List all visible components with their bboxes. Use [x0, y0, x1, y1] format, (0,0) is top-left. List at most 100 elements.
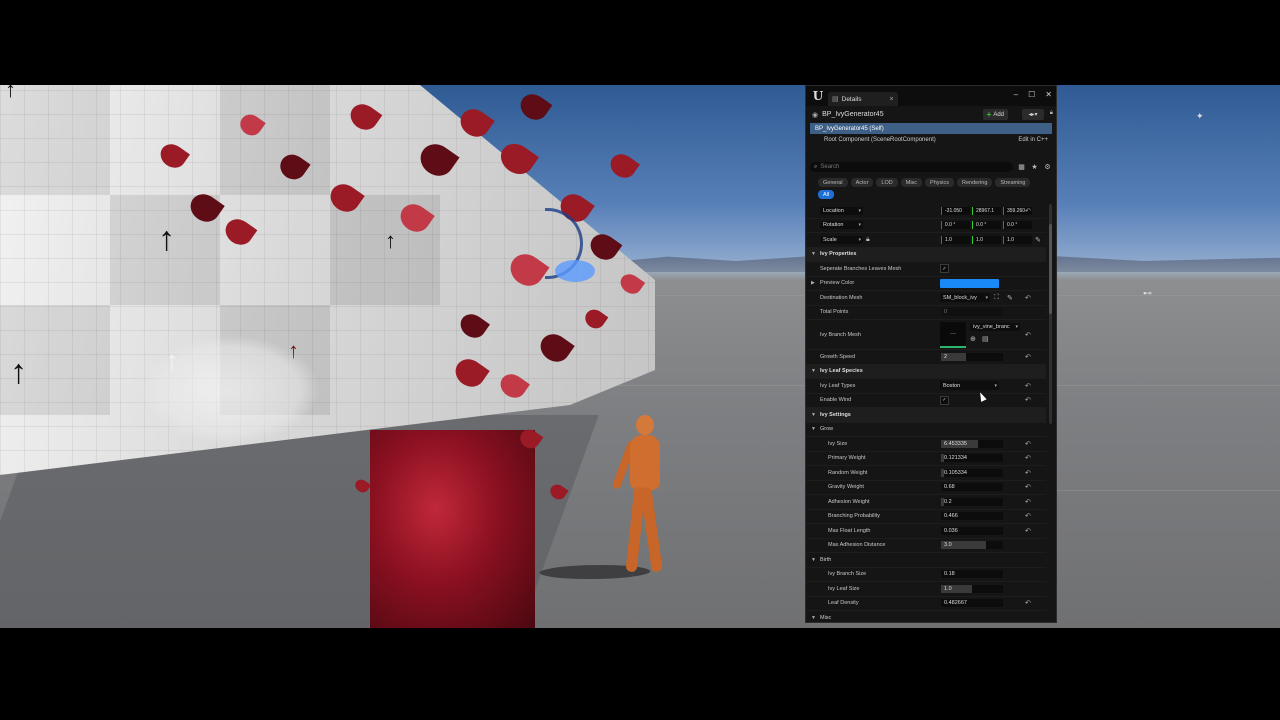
- filter-physics[interactable]: Physics: [925, 178, 954, 187]
- reset-icon[interactable]: ↶: [1025, 331, 1031, 339]
- component-root-item[interactable]: Root Component (SceneRootComponent) Edit…: [810, 134, 1052, 146]
- setting-value-field[interactable]: 0.121334: [941, 454, 1003, 463]
- reset-icon[interactable]: ↶: [1025, 483, 1031, 491]
- filter-all[interactable]: All: [818, 190, 835, 199]
- setting-value-field[interactable]: 3.0: [941, 541, 1003, 550]
- setting-value-field[interactable]: 0.036: [941, 526, 1003, 535]
- grow-subcategory[interactable]: ▼ Grow: [806, 423, 1046, 437]
- location-y-field[interactable]: 28967.1: [972, 206, 1001, 215]
- close-window-button[interactable]: ✕: [1045, 90, 1052, 99]
- use-selected-icon[interactable]: ⊕: [970, 335, 976, 343]
- setting-value-field[interactable]: 0.68: [941, 483, 1003, 492]
- mannequin-leg: [640, 486, 663, 573]
- birth-subcategory[interactable]: ▼ Birth: [806, 553, 1046, 568]
- browse-icon[interactable]: ▤: [982, 335, 989, 343]
- setting-value-field[interactable]: 6.453335: [941, 439, 1003, 448]
- growth-speed-field[interactable]: 2: [941, 352, 1003, 361]
- location-vector: -31.050 28967.1 359.260: [941, 206, 1032, 215]
- enable-wind-checkbox[interactable]: ✓: [940, 395, 949, 405]
- setting-value-field[interactable]: 0.2: [941, 497, 1003, 506]
- settings-gear-icon[interactable]: ⚙: [1043, 163, 1052, 171]
- ivy-leaf-species-category[interactable]: ▼ Ivy Leaf Species: [806, 364, 1046, 379]
- reset-icon[interactable]: ↶: [1025, 396, 1031, 404]
- filter-misc[interactable]: Misc: [900, 178, 923, 187]
- favorite-star-icon[interactable]: ★: [1030, 163, 1039, 171]
- level-viewport[interactable]: ↑ ↑ ↑ ↑ ↑ ↑ ✦ ⊷: [0, 85, 1280, 628]
- setting-value-field[interactable]: 0.482667: [941, 599, 1003, 608]
- branch-mesh-thumbnail[interactable]: —: [940, 322, 966, 348]
- filter-lod[interactable]: LOD: [876, 178, 898, 187]
- root-component-label: Root Component (SceneRootComponent): [824, 137, 936, 143]
- setting-value: 0.105334: [944, 469, 967, 476]
- setting-value-field[interactable]: 0.105334: [941, 468, 1003, 477]
- filter-streaming[interactable]: Streaming: [995, 178, 1031, 187]
- browse-asset-icon[interactable]: ⛶: [994, 294, 999, 302]
- rotation-z-field[interactable]: 0.0 °: [1003, 221, 1032, 230]
- ivy-properties-category[interactable]: ▼ Ivy Properties: [806, 247, 1046, 262]
- location-dropdown[interactable]: Location ▾: [820, 206, 863, 215]
- destination-mesh-dropdown[interactable]: SM_block_ivy ▾: [940, 293, 990, 303]
- reset-icon[interactable]: ↶: [1025, 469, 1031, 477]
- filter-rendering[interactable]: Rendering: [957, 178, 993, 187]
- maximize-button[interactable]: ☐: [1028, 90, 1035, 99]
- component-self-item[interactable]: BP_IvyGenerator45 (Self): [810, 123, 1052, 134]
- expand-caret-icon: ▼: [811, 411, 816, 418]
- filter-general[interactable]: General: [818, 178, 848, 187]
- reset-icon[interactable]: ↶: [1025, 440, 1031, 448]
- blueprint-options-button[interactable]: ◂▸▾: [1022, 109, 1044, 120]
- lock-icon[interactable]: 🔒︎: [1050, 110, 1053, 117]
- edit-in-cpp-link[interactable]: Edit in C++: [1018, 137, 1048, 143]
- reset-icon[interactable]: ↶: [1025, 599, 1031, 607]
- scrollbar-thumb[interactable]: [1049, 224, 1052, 314]
- mannequin-character[interactable]: [611, 415, 670, 575]
- table-view-icon[interactable]: ▦: [1017, 163, 1026, 171]
- setting-value-field[interactable]: 1.0: [941, 584, 1003, 593]
- close-icon[interactable]: ×: [890, 96, 894, 103]
- scale-x-field[interactable]: 1.0: [941, 235, 970, 244]
- total-points-value: 0: [944, 309, 948, 316]
- reset-icon[interactable]: ↶: [1025, 382, 1031, 390]
- reset-icon[interactable]: ↶: [1025, 353, 1031, 361]
- rotation-y-field[interactable]: 0.0 °: [972, 221, 1001, 230]
- setting-row: Gravity Weight 0.68 ↶: [806, 481, 1046, 495]
- misc-subcategory[interactable]: ▼ Misc: [806, 611, 1046, 622]
- scale-dropdown[interactable]: Scale ▾: [820, 235, 863, 244]
- location-x-field[interactable]: -31.050: [941, 206, 970, 215]
- separate-branches-checkbox[interactable]: ✓: [940, 264, 949, 274]
- rotation-x-field[interactable]: 0.0 °: [941, 221, 970, 230]
- filter-actor[interactable]: Actor: [850, 178, 874, 187]
- leaf-types-dropdown[interactable]: Boston ▾: [940, 381, 999, 391]
- gizmo-disc[interactable]: [555, 260, 595, 282]
- reset-icon[interactable]: ↶: [1025, 294, 1031, 302]
- setting-value-field[interactable]: 0.466: [941, 512, 1003, 521]
- search-input[interactable]: ⌕ Search: [810, 162, 1013, 172]
- reset-icon[interactable]: ↶: [1025, 512, 1031, 520]
- minimize-button[interactable]: –: [1014, 90, 1018, 99]
- blueprint-icon: ◉: [812, 111, 819, 119]
- details-scrollbar[interactable]: [1049, 204, 1052, 424]
- ivy-covered-pillar[interactable]: [370, 430, 535, 628]
- setting-label: Branching Probability: [828, 513, 880, 520]
- rotation-dropdown[interactable]: Rotation ▾: [820, 221, 863, 230]
- lock-ratio-icon[interactable]: 🔒︎: [866, 236, 870, 244]
- ivy-settings-category[interactable]: ▼ Ivy Settings: [806, 408, 1046, 423]
- scale-y-field[interactable]: 1.0: [972, 235, 1001, 244]
- reset-icon[interactable]: ↶: [1025, 498, 1031, 506]
- collapse-caret-icon[interactable]: ▶: [811, 280, 815, 286]
- add-component-button[interactable]: + Add: [982, 109, 1008, 120]
- preview-color-swatch[interactable]: [940, 278, 999, 288]
- details-tab[interactable]: ▤ Details ×: [828, 92, 898, 106]
- setting-value: 0.036: [944, 527, 958, 534]
- reset-icon[interactable]: ↶: [1025, 527, 1031, 535]
- setting-label: Ivy Branch Size: [828, 571, 867, 578]
- setting-row: Max Float Length 0.036 ↶: [806, 524, 1046, 539]
- eyedropper-icon[interactable]: ✎: [1007, 294, 1013, 302]
- branch-mesh-dropdown[interactable]: ivy_vine_branc ▾: [970, 323, 1020, 331]
- preview-color-label: Preview Color: [820, 280, 855, 287]
- scale-z-field[interactable]: 1.0: [1003, 235, 1032, 244]
- reset-icon[interactable]: ↶: [1025, 207, 1031, 215]
- setting-value-field[interactable]: 0.18: [941, 570, 1003, 579]
- reset-icon[interactable]: ↶: [1025, 454, 1031, 462]
- pin-icon[interactable]: ✎: [1035, 236, 1041, 244]
